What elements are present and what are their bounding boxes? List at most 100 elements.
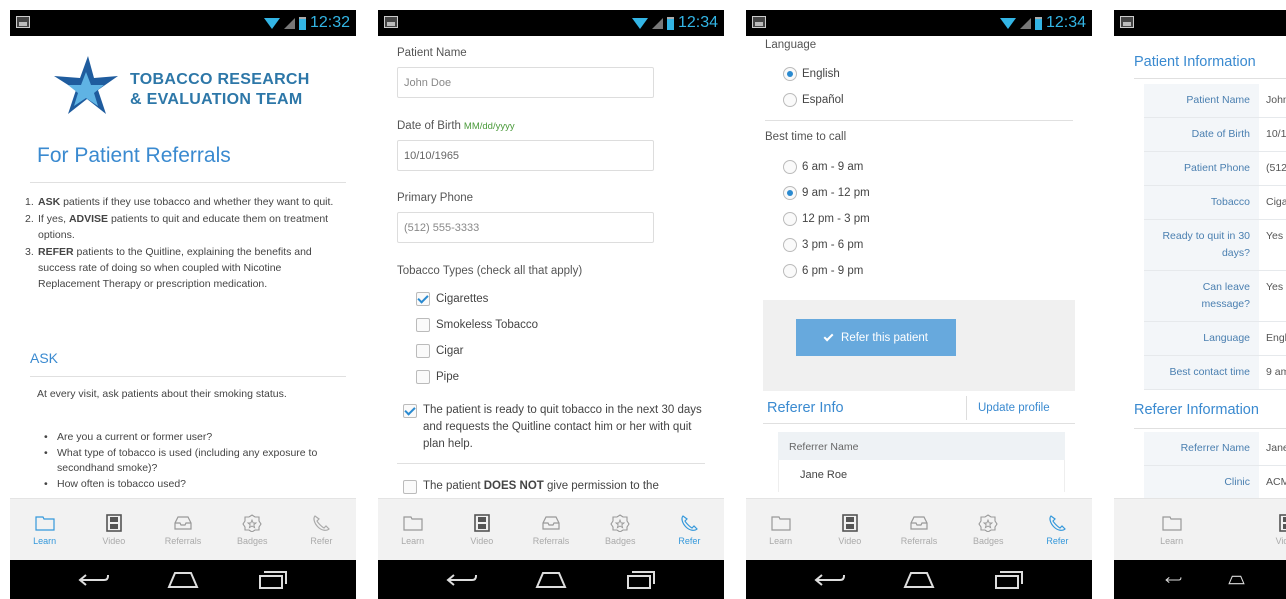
home-icon[interactable] xyxy=(165,569,201,591)
gallery-notification-icon xyxy=(1120,16,1134,28)
tab-video[interactable]: Video xyxy=(1229,499,1286,560)
phone-form-screen: 12:34 Patient Name John Doe Date of Birt… xyxy=(378,10,724,599)
table-row: Clinic ACM xyxy=(1144,466,1286,498)
system-nav-bar xyxy=(10,560,356,599)
radio-selected[interactable] xyxy=(783,186,797,200)
back-icon[interactable] xyxy=(812,569,848,591)
tab-badges[interactable]: Badges xyxy=(586,499,655,560)
signal-icon xyxy=(1019,17,1031,29)
patient-info-heading: Patient Information xyxy=(1134,54,1256,70)
table-row: Referrer Name Jane xyxy=(1144,432,1286,466)
tab-badges[interactable]: Badges xyxy=(954,499,1023,560)
bottom-tab-bar: Learn Video Referrals Badges Refer xyxy=(746,498,1092,560)
checkbox-cigarettes[interactable]: Cigarettes xyxy=(416,292,488,306)
phone-preferences-screen: 12:34 Language English Español Best time… xyxy=(746,10,1092,599)
checkbox-unchecked[interactable] xyxy=(416,318,430,332)
gallery-notification-icon xyxy=(384,16,398,28)
inbox-icon xyxy=(910,515,928,530)
table-row: Tobacco Ciga xyxy=(1144,186,1286,220)
primary-phone-label: Primary Phone xyxy=(397,192,474,204)
tab-refer[interactable]: Refer xyxy=(1023,499,1092,560)
tab-learn[interactable]: Learn xyxy=(746,499,815,560)
questions-list: • Are you a current or former user? • What… xyxy=(40,430,340,492)
checkbox-cigar[interactable]: Cigar xyxy=(416,344,463,358)
tab-video[interactable]: Video xyxy=(815,499,884,560)
recent-apps-icon[interactable] xyxy=(990,569,1026,591)
list-item: 3. REFER patients to the Quitline, expla… xyxy=(25,246,312,290)
back-icon[interactable] xyxy=(76,569,112,591)
no-permission-checkbox[interactable]: The patient DOES NOT give permission to … xyxy=(403,478,708,495)
dob-input[interactable]: 10/10/1965 xyxy=(397,140,654,171)
checkbox-checked[interactable] xyxy=(403,404,417,418)
radio-unselected[interactable] xyxy=(783,93,797,107)
logo-text: TOBACCO RESEARCH & EVALUATION TEAM xyxy=(130,71,310,108)
radio-unselected[interactable] xyxy=(783,238,797,252)
badge-icon xyxy=(242,513,262,532)
battery-icon xyxy=(1034,16,1042,30)
radio-selected[interactable] xyxy=(783,67,797,81)
page-title: For Patient Referrals xyxy=(37,144,231,167)
language-label: Language xyxy=(765,39,817,51)
wifi-icon xyxy=(263,17,280,29)
divider xyxy=(763,423,1075,424)
home-icon[interactable] xyxy=(1227,569,1246,591)
radio-english[interactable]: English xyxy=(783,67,840,81)
checkbox-smokeless[interactable]: Smokeless Tobacco xyxy=(416,318,538,332)
tab-learn[interactable]: Learn xyxy=(1114,499,1229,560)
update-profile-link[interactable]: Update profile xyxy=(978,402,1050,414)
tab-refer[interactable]: Refer xyxy=(287,499,356,560)
radio-unselected[interactable] xyxy=(783,264,797,278)
wifi-icon xyxy=(999,17,1016,29)
tab-refer[interactable]: Refer xyxy=(655,499,724,560)
back-icon[interactable] xyxy=(444,569,480,591)
checkbox-unchecked[interactable] xyxy=(416,370,430,384)
divider xyxy=(765,120,1073,121)
status-bar: 12:34 xyxy=(378,10,724,36)
wifi-icon xyxy=(631,17,648,29)
tab-video[interactable]: Video xyxy=(79,499,148,560)
radio-6am-9am[interactable]: 6 am - 9 am xyxy=(783,160,863,174)
table-row: Can leave message? Yes xyxy=(1144,271,1286,322)
gallery-notification-icon xyxy=(16,16,30,28)
form-content: Patient Name John Doe Date of Birth MM/dd… xyxy=(378,36,724,498)
radio-unselected[interactable] xyxy=(783,212,797,226)
checkbox-pipe[interactable]: Pipe xyxy=(416,370,459,384)
checkbox-checked[interactable] xyxy=(416,292,430,306)
tab-referrals[interactable]: Referrals xyxy=(884,499,953,560)
ready-to-quit-checkbox[interactable]: The patient is ready to quit tobacco in … xyxy=(403,402,708,453)
home-icon[interactable] xyxy=(901,569,937,591)
folder-icon xyxy=(1162,515,1182,531)
status-time: 12:32 xyxy=(309,14,350,31)
checkbox-unchecked[interactable] xyxy=(403,480,417,494)
tab-referrals[interactable]: Referrals xyxy=(516,499,585,560)
radio-12pm-3pm[interactable]: 12 pm - 3 pm xyxy=(783,212,870,226)
patient-name-input[interactable]: John Doe xyxy=(397,67,654,98)
steps-list: 1. ASK patients if they use tobacco and … xyxy=(25,194,345,293)
radio-9am-12pm[interactable]: 9 am - 12 pm xyxy=(783,186,870,200)
status-bar: 12:34 xyxy=(746,10,1092,36)
home-icon[interactable] xyxy=(533,569,569,591)
recent-apps-icon[interactable] xyxy=(254,569,290,591)
battery-icon xyxy=(666,16,674,30)
tab-learn[interactable]: Learn xyxy=(378,499,447,560)
divider xyxy=(1134,428,1286,429)
tab-badges[interactable]: Badges xyxy=(218,499,287,560)
radio-3pm-6pm[interactable]: 3 pm - 6 pm xyxy=(783,238,863,252)
refer-patient-button[interactable]: Refer this patient xyxy=(796,319,956,356)
divider xyxy=(966,396,967,420)
primary-phone-input[interactable]: (512) 555-3333 xyxy=(397,212,654,243)
recent-apps-icon[interactable] xyxy=(622,569,658,591)
tab-video[interactable]: Video xyxy=(447,499,516,560)
checkbox-unchecked[interactable] xyxy=(416,344,430,358)
tab-referrals[interactable]: Referrals xyxy=(148,499,217,560)
learn-content: TOBACCO RESEARCH & EVALUATION TEAM For P… xyxy=(10,36,356,498)
folder-icon xyxy=(770,515,791,531)
film-icon xyxy=(105,513,122,532)
radio-espanol[interactable]: Español xyxy=(783,93,844,107)
gallery-notification-icon xyxy=(752,16,766,28)
radio-unselected[interactable] xyxy=(783,160,797,174)
radio-6pm-9pm[interactable]: 6 pm - 9 pm xyxy=(783,264,863,278)
tab-learn[interactable]: Learn xyxy=(10,499,79,560)
phone-icon xyxy=(1049,514,1067,531)
back-icon[interactable] xyxy=(1164,569,1183,591)
